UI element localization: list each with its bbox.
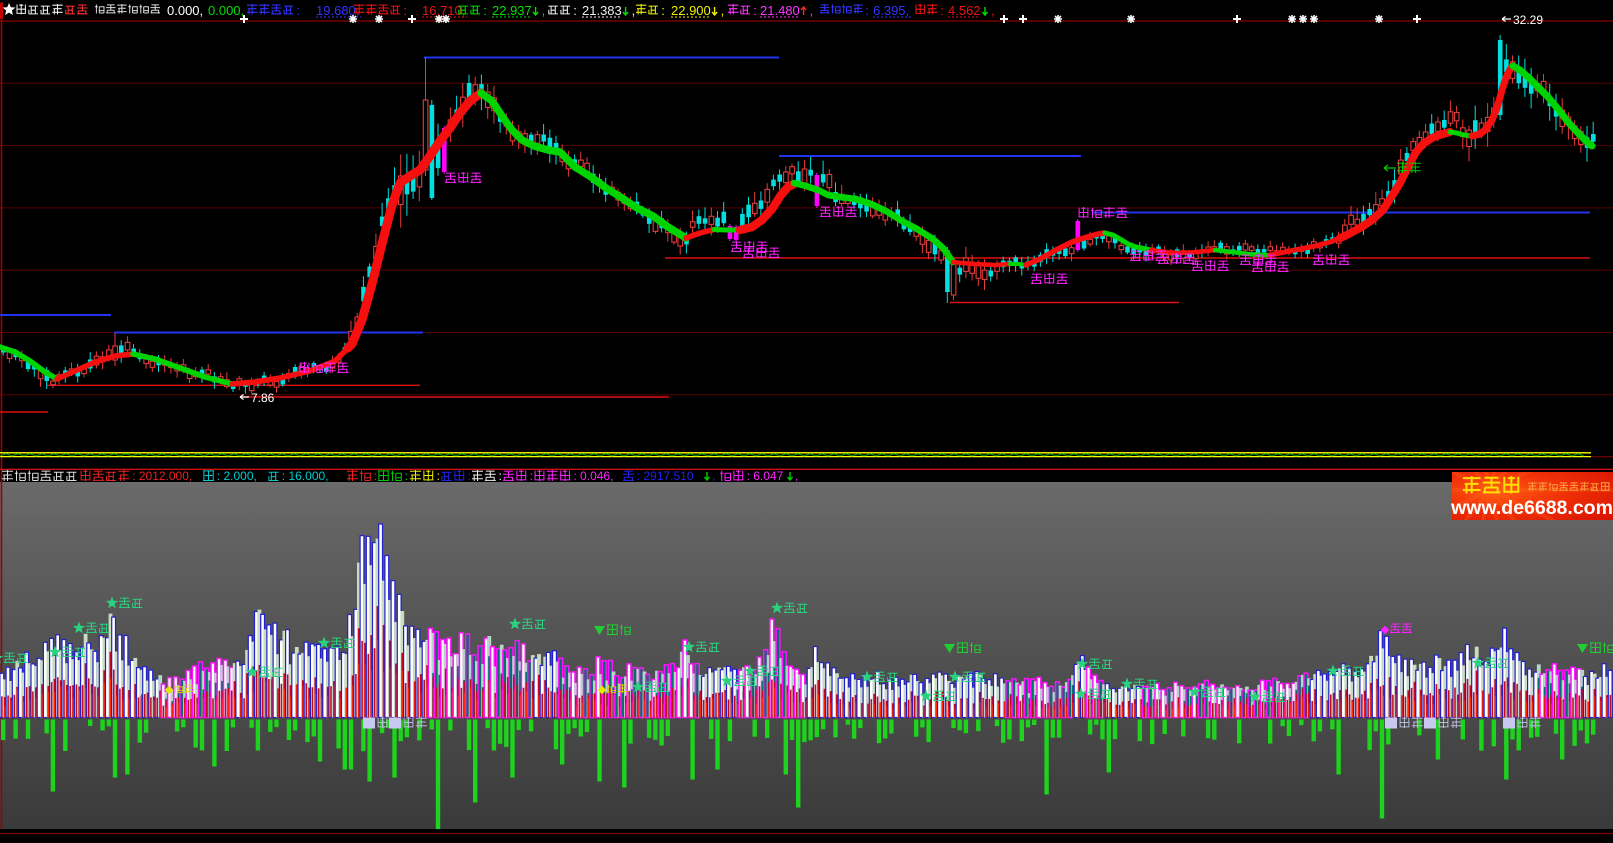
svg-text::: : bbox=[573, 3, 577, 18]
svg-text:21.480: 21.480 bbox=[760, 3, 800, 18]
svg-text::: : bbox=[661, 3, 665, 18]
svg-text:,: , bbox=[810, 3, 814, 18]
svg-text:,: , bbox=[542, 3, 546, 18]
svg-text:32.29: 32.29 bbox=[1513, 13, 1543, 27]
svg-text:,: , bbox=[632, 3, 636, 18]
svg-text:: 2012.000,: : 2012.000, bbox=[132, 469, 192, 483]
svg-text::: : bbox=[403, 3, 407, 18]
svg-text::: : bbox=[374, 469, 377, 483]
svg-text::: : bbox=[296, 3, 300, 18]
svg-text::: : bbox=[530, 469, 533, 483]
svg-text:0.000,: 0.000, bbox=[167, 3, 203, 18]
svg-text:: 16.000,: : 16.000, bbox=[282, 469, 329, 483]
svg-text:0.000,: 0.000, bbox=[208, 3, 244, 18]
svg-text:,: , bbox=[795, 469, 798, 483]
svg-text:22.900: 22.900 bbox=[671, 3, 711, 18]
svg-text::: : bbox=[405, 469, 408, 483]
svg-text:22.937: 22.937 bbox=[492, 3, 532, 18]
svg-text:,: , bbox=[721, 3, 725, 18]
svg-text::: : bbox=[499, 469, 502, 483]
svg-text:4.562: 4.562 bbox=[948, 3, 981, 18]
svg-text:: 2.000,: : 2.000, bbox=[217, 469, 257, 483]
svg-text:: 6.047: : 6.047 bbox=[747, 469, 784, 483]
svg-text:7.86: 7.86 bbox=[251, 391, 275, 405]
svg-text::: : bbox=[437, 469, 440, 483]
svg-text::: : bbox=[468, 469, 471, 483]
svg-text:6.395,: 6.395, bbox=[873, 3, 909, 18]
svg-text:www.de6688.com: www.de6688.com bbox=[1450, 497, 1613, 519]
svg-text:: 2917.510: : 2917.510 bbox=[637, 469, 694, 483]
svg-text::: : bbox=[940, 3, 944, 18]
svg-text::: : bbox=[483, 3, 487, 18]
svg-text:21.383: 21.383 bbox=[582, 3, 622, 18]
svg-text:: 0.046,: : 0.046, bbox=[573, 469, 613, 483]
svg-text:,: , bbox=[991, 3, 995, 18]
svg-text::: : bbox=[865, 3, 869, 18]
svg-text::: : bbox=[753, 3, 757, 18]
svg-text:,: , bbox=[712, 469, 715, 483]
